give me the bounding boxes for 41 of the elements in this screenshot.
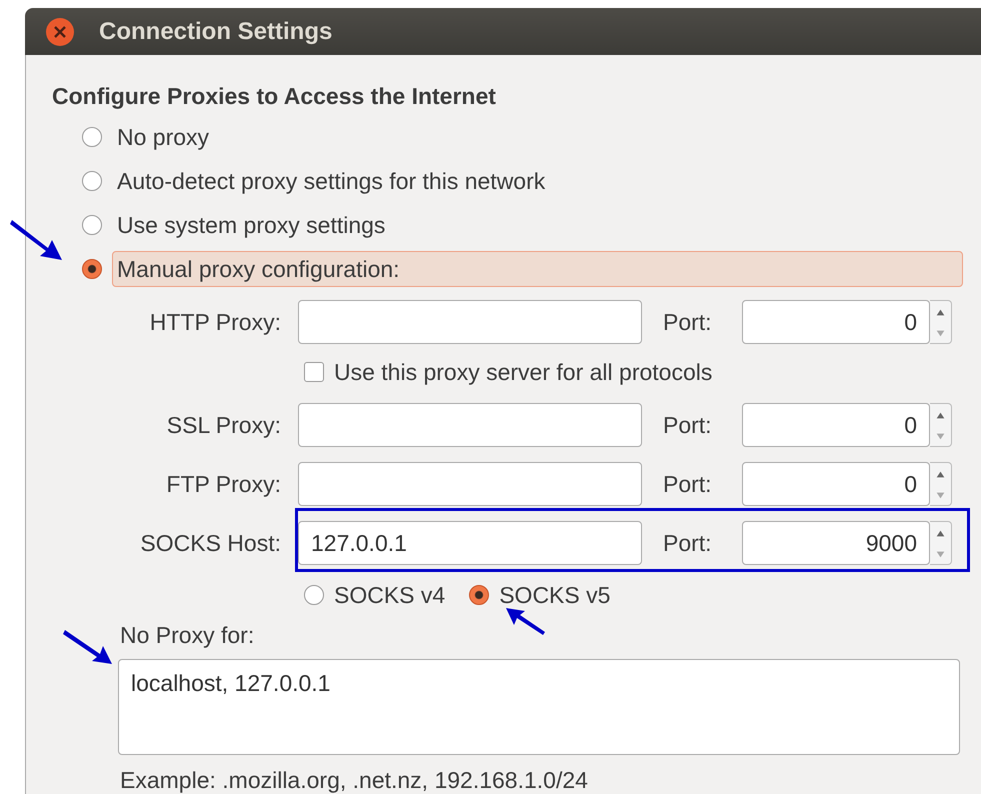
port-field[interactable]: 0 <box>742 462 930 506</box>
field-label: SOCKS Host: <box>139 528 282 558</box>
port-field[interactable]: 0 <box>742 403 930 447</box>
checkbox-label[interactable]: Use this proxy server for all protocols <box>334 354 712 390</box>
section-heading: Configure Proxies to Access the Internet <box>52 82 497 111</box>
spin-buttons[interactable] <box>930 462 952 506</box>
spin-buttons[interactable] <box>930 521 952 565</box>
example-text: Example: .mozilla.org, .net.nz, 192.168.1.0/24 <box>120 766 588 794</box>
radio-label[interactable]: Auto-detect proxy settings for this network <box>112 162 550 200</box>
field-label: HTTP Proxy: <box>148 308 282 337</box>
radio-button[interactable] <box>469 585 490 605</box>
radio-button[interactable] <box>82 127 102 147</box>
port-field[interactable]: 0 <box>742 300 930 344</box>
spin-buttons[interactable] <box>930 300 952 344</box>
field-label: SSL Proxy: <box>166 410 282 440</box>
radio-label[interactable]: SOCKS v5 <box>499 578 610 612</box>
field-label: No Proxy for: <box>120 621 254 650</box>
port-label: Port: <box>662 528 713 558</box>
port-label: Port: <box>662 410 713 440</box>
field-label: FTP Proxy: <box>165 470 282 499</box>
port-field[interactable]: 9000 <box>742 521 930 565</box>
no-proxy-field[interactable]: localhost, 127.0.0.1 <box>118 659 960 755</box>
close-icon <box>45 16 75 46</box>
radio-button[interactable] <box>82 215 102 235</box>
host-field[interactable] <box>298 462 642 506</box>
spin-buttons[interactable] <box>930 403 952 447</box>
host-field[interactable]: 127.0.0.1 <box>298 521 642 565</box>
radio-label[interactable]: Manual proxy configuration: <box>112 251 963 287</box>
port-label: Port: <box>662 470 713 499</box>
host-field[interactable] <box>298 300 642 344</box>
host-field[interactable] <box>298 403 642 447</box>
radio-button[interactable] <box>82 171 102 191</box>
radio-label[interactable]: SOCKS v4 <box>334 578 446 612</box>
radio-label[interactable]: Use system proxy settings <box>112 206 390 244</box>
checkbox[interactable] <box>304 362 324 382</box>
radio-label[interactable]: No proxy <box>112 118 214 156</box>
close-button[interactable] <box>45 16 75 46</box>
window-title: Connection Settings <box>99 16 332 46</box>
radio-button[interactable] <box>304 585 324 605</box>
port-label: Port: <box>662 308 713 337</box>
radio-button[interactable] <box>82 259 102 279</box>
